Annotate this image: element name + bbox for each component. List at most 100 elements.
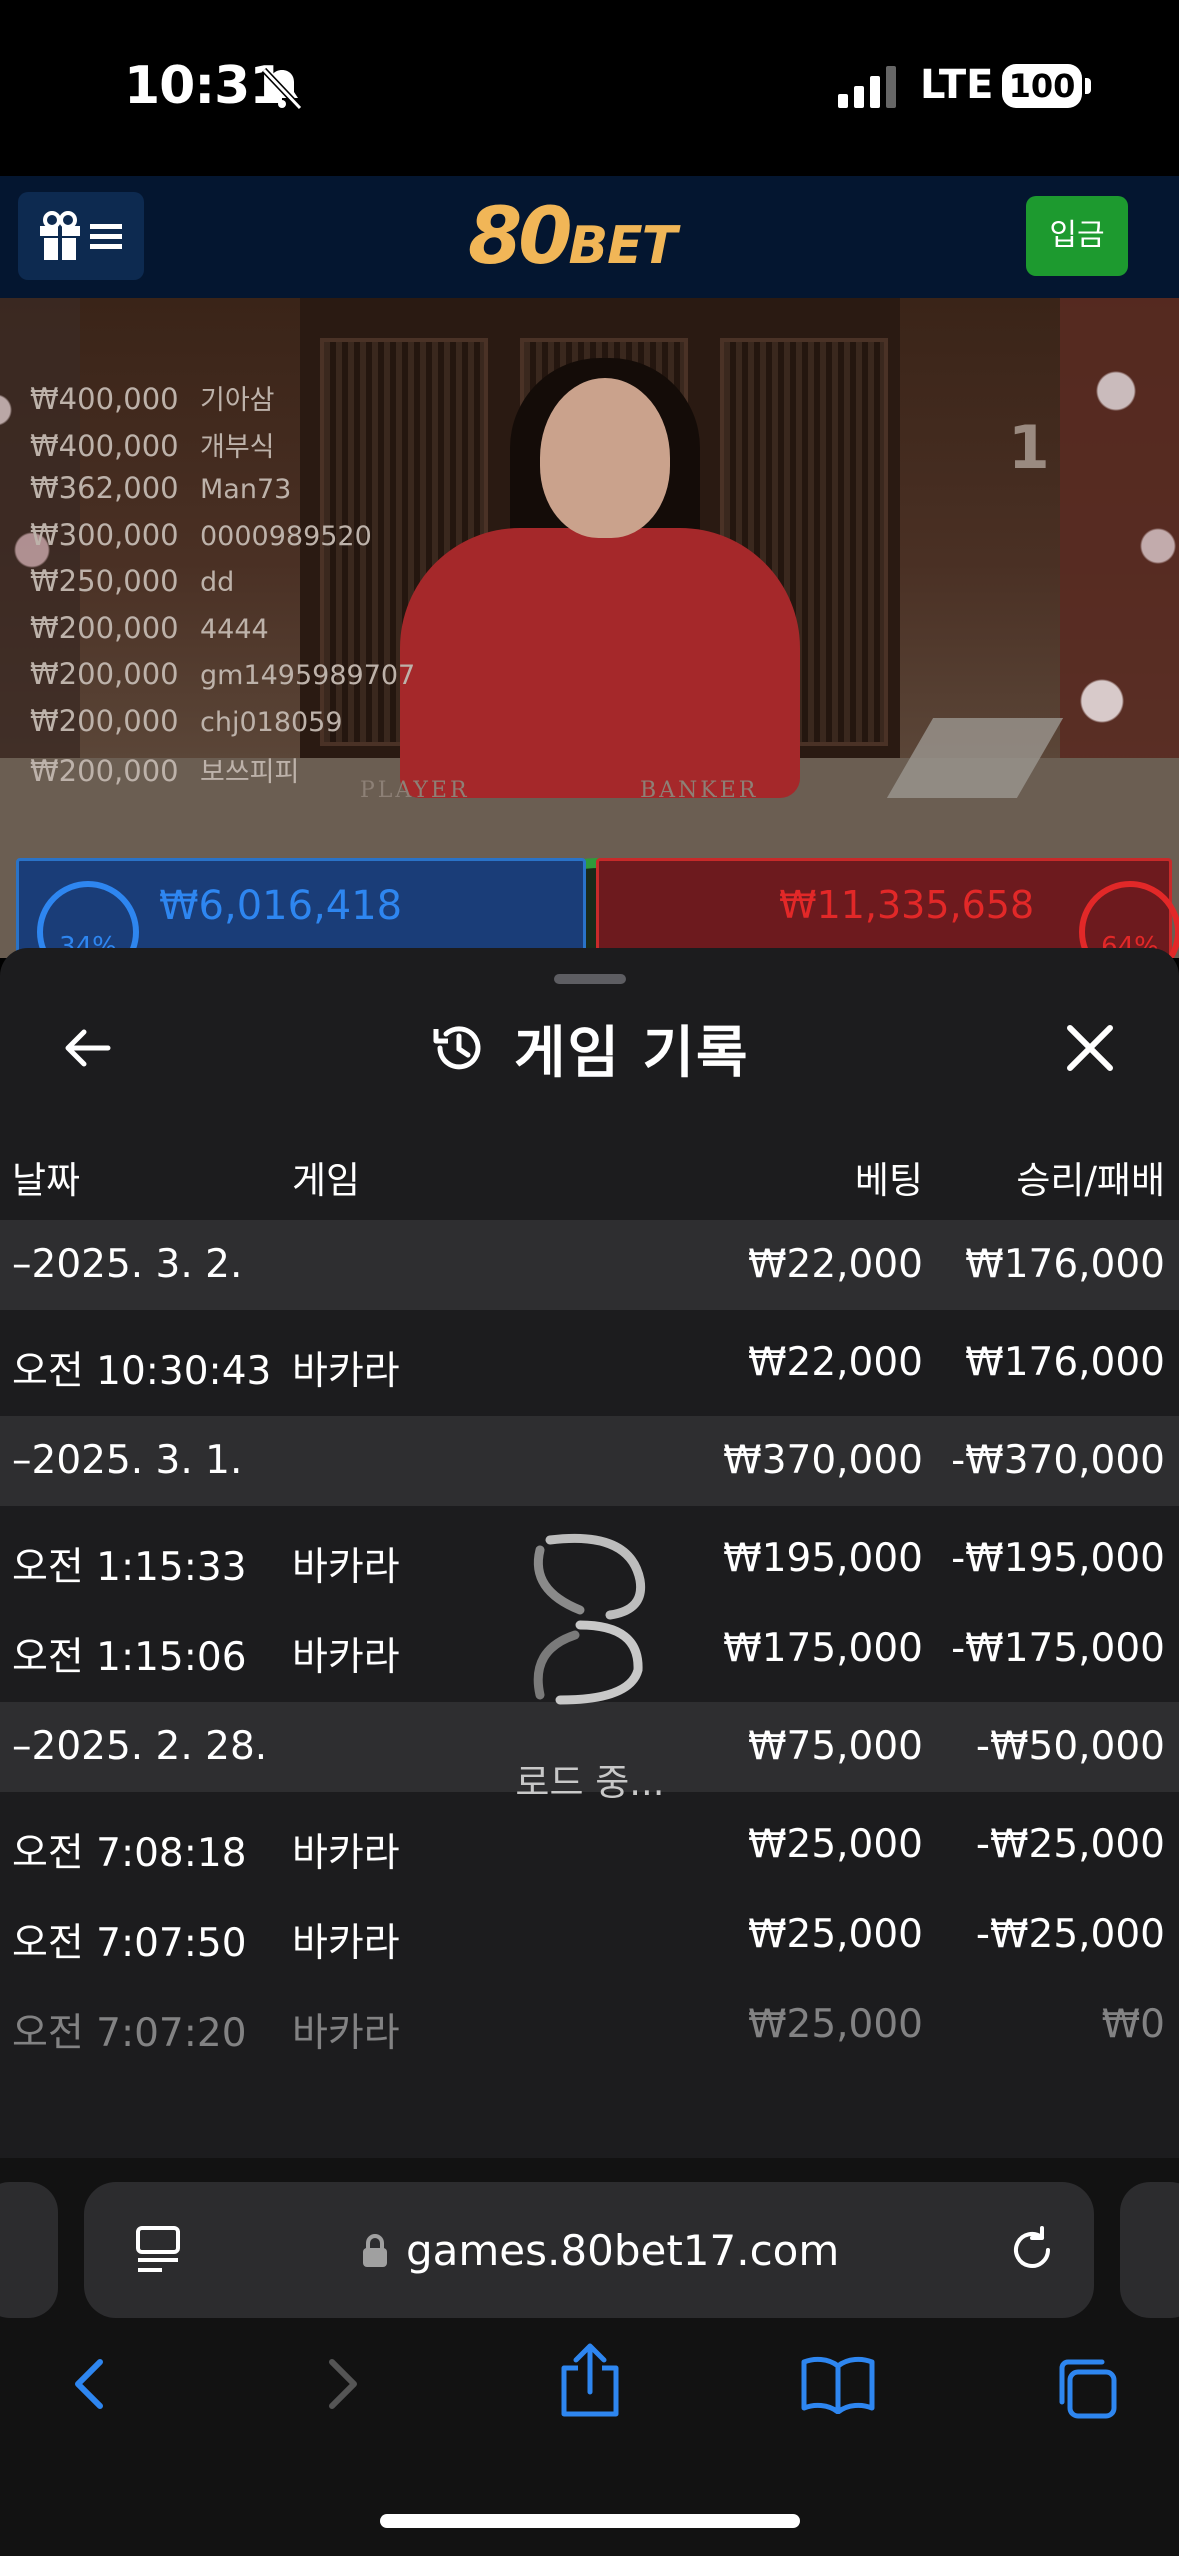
battery-tip — [1085, 78, 1091, 94]
sheet-grabber[interactable] — [554, 974, 626, 984]
winner-amount: ₩400,000 — [30, 382, 179, 416]
share-icon[interactable] — [556, 2342, 624, 2418]
winner-amount: ₩300,000 — [30, 517, 179, 552]
back-arrow-icon[interactable] — [58, 1018, 118, 1078]
winner-amount: ₩200,000 — [30, 754, 179, 788]
winner-name: 보쓰피피 — [200, 757, 300, 788]
gift-menu-icon — [40, 211, 122, 260]
winner-name: 4444 — [200, 613, 269, 645]
tabs-icon[interactable] — [1052, 2354, 1120, 2422]
winner-entry: ₩400,000 개부식 — [30, 425, 415, 472]
row-date: –2025. 2. 28. — [12, 1724, 268, 1769]
row-date: –2025. 3. 1. — [12, 1438, 243, 1483]
winner-entry: ₩300,000 0000989520 — [30, 518, 415, 565]
row-time: 오전 1:15:33 — [12, 1545, 247, 1590]
row-time: 오전 7:07:20 — [12, 2011, 247, 2056]
winner-entry: ₩200,000 gm1495989707 — [30, 657, 415, 704]
table-label-banker: BANKER — [640, 778, 759, 803]
winner-amount: ₩362,000 — [30, 471, 179, 505]
winner-entry: ₩400,000 기아삼 — [30, 378, 415, 425]
loading-spinner-icon — [533, 1533, 646, 1705]
row-result: ₩0 — [1101, 2002, 1165, 2047]
row-result: -₩175,000 — [951, 1626, 1165, 1671]
site-logo[interactable]: 80BET — [468, 192, 678, 282]
sheet-title-text: 게임 기록 — [514, 1020, 750, 1086]
winner-entry: ₩200,000 4444 — [30, 611, 415, 658]
player-percent: 34% — [37, 881, 139, 958]
reload-icon[interactable] — [1004, 2222, 1060, 2278]
history-row[interactable]: 오전 7:07:50 바카라 ₩25,000 -₩25,000 — [0, 1890, 1179, 1980]
address-bar[interactable]: games.80bet17.com — [84, 2182, 1094, 2318]
site-header: 80BET 입금 — [0, 176, 1179, 300]
history-row[interactable]: 오전 10:30:43 바카라 ₩22,000 ₩176,000 — [0, 1318, 1179, 1408]
winner-name: gm1495989707 — [200, 660, 416, 691]
row-bet: ₩25,000 — [747, 1912, 923, 1957]
winner-entry: ₩250,000 dd — [30, 564, 415, 611]
winners-list: ₩400,000 기아삼 ₩400,000 개부식 ₩362,000 Man73 ₩3… — [30, 378, 415, 797]
winner-name: 개부식 — [200, 431, 275, 463]
column-header-bet[interactable]: 베팅 — [855, 1150, 923, 1204]
forward-icon[interactable] — [312, 2354, 372, 2414]
winner-entry: ₩362,000 Man73 — [30, 471, 415, 518]
player-bet-spot[interactable]: 34% ₩6,016,418 — [16, 858, 586, 958]
cell-signal-icon — [838, 66, 896, 108]
winner-amount: ₩200,000 — [30, 703, 179, 738]
home-indicator[interactable] — [380, 2514, 800, 2528]
status-bar: 10:31 LTE 100 — [0, 0, 1179, 176]
lock-icon — [363, 2234, 387, 2267]
row-game: 바카라 — [292, 2011, 400, 2056]
battery-level: 100 — [1002, 64, 1082, 108]
row-bet: ₩25,000 — [747, 1822, 923, 1867]
row-date: –2025. 3. 2. — [12, 1242, 243, 1287]
logo-word: BET — [568, 216, 678, 276]
row-bet: ₩22,000 — [747, 1242, 923, 1287]
date-group-row[interactable]: –2025. 3. 2. ₩22,000 ₩176,000 — [0, 1220, 1179, 1310]
date-group-row[interactable]: –2025. 3. 1. ₩370,000 -₩370,000 — [0, 1416, 1179, 1506]
row-game: 바카라 — [292, 1921, 400, 1966]
browser-toolbar: games.80bet17.com — [0, 2158, 1179, 2556]
row-bet: ₩22,000 — [747, 1340, 923, 1385]
winner-name: dd — [200, 567, 235, 598]
history-row[interactable]: 오전 7:08:18 바카라 ₩25,000 -₩25,000 — [0, 1800, 1179, 1890]
winner-name: 0000989520 — [200, 520, 372, 552]
bookmarks-icon[interactable] — [800, 2354, 876, 2414]
page-menu-icon[interactable] — [132, 2222, 188, 2278]
winner-amount: ₩200,000 — [30, 657, 179, 691]
row-game: 바카라 — [292, 1831, 400, 1876]
row-time: 오전 7:08:18 — [12, 1831, 247, 1876]
row-time: 오전 7:07:50 — [12, 1921, 247, 1966]
menu-button[interactable] — [18, 192, 144, 280]
row-result: ₩176,000 — [965, 1340, 1165, 1385]
banker-bet-spot[interactable]: ₩11,335,658 64% — [596, 858, 1179, 958]
column-header-game[interactable]: 게임 — [292, 1150, 360, 1204]
dealer-body — [400, 528, 800, 798]
row-bet: ₩75,000 — [747, 1724, 923, 1769]
winner-entry: ₩200,000 chj018059 — [30, 704, 415, 751]
network-type: LTE — [920, 62, 994, 108]
sheet-title: 게임 기록 — [430, 1008, 750, 1088]
history-row[interactable]: 오전 7:07:20 바카라 ₩25,000 ₩0 — [0, 1980, 1179, 2070]
row-game: 바카라 — [292, 1545, 400, 1590]
row-bet: ₩370,000 — [723, 1438, 923, 1483]
next-tab-preview[interactable] — [1120, 2182, 1179, 2318]
banker-percent: 64% — [1079, 881, 1179, 958]
winner-amount: ₩200,000 — [30, 610, 179, 645]
column-header-result[interactable]: 승리/패배 — [1016, 1150, 1165, 1204]
row-bet: ₩175,000 — [723, 1626, 923, 1671]
row-result: -₩25,000 — [975, 1822, 1165, 1867]
row-result: -₩50,000 — [975, 1724, 1165, 1769]
url-text: games.80bet17.com — [406, 2226, 840, 2275]
previous-tab-preview[interactable] — [0, 2182, 58, 2318]
back-icon[interactable] — [60, 2354, 120, 2414]
row-result: -₩195,000 — [951, 1536, 1165, 1581]
close-icon[interactable] — [1060, 1018, 1120, 1078]
logo-number: 80 — [468, 192, 573, 282]
column-header-date[interactable]: 날짜 — [12, 1150, 80, 1204]
row-time: 오전 10:30:43 — [12, 1349, 272, 1394]
winner-name: Man73 — [200, 474, 292, 505]
deposit-button[interactable]: 입금 — [1026, 196, 1128, 276]
row-result: ₩176,000 — [965, 1242, 1165, 1287]
row-time: 오전 1:15:06 — [12, 1635, 247, 1680]
dealer-face — [540, 378, 670, 538]
row-result: -₩25,000 — [975, 1912, 1165, 1957]
